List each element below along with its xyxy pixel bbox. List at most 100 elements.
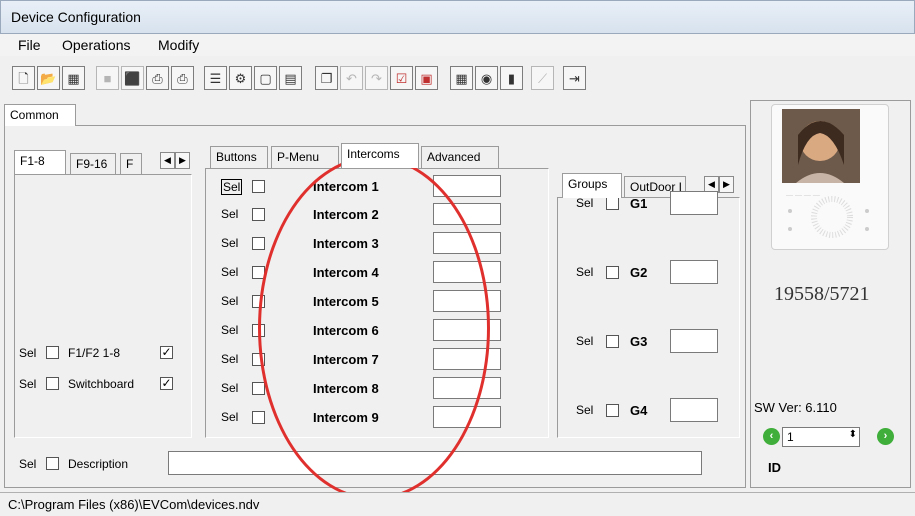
sw-version: SW Ver: 6.110 (754, 400, 837, 415)
group-g1-checkbox[interactable] (606, 197, 619, 210)
intercom-8-checkbox[interactable] (252, 382, 265, 395)
check-icon[interactable]: ☑ (390, 66, 413, 90)
new-icon[interactable]: 🗋 (12, 66, 35, 90)
intercom-7-input[interactable] (433, 348, 501, 370)
sel-label: Sel (221, 265, 239, 279)
save-icon[interactable]: ■ (96, 66, 119, 90)
sel-label: Sel (221, 294, 239, 308)
file-path: C:\Program Files (x86)\EVCom\devices.ndv (8, 497, 260, 512)
svg-text:— — — —: — — — — (786, 192, 820, 199)
toolbar: 🗋 📂 ▦ ■ ⬛ ⎙ ⎙ ☰ ⚙ ▢ ▤ ❐ ↶ ↷ ☑ ▣ ▦ ◉ ▮ ⟋ … (0, 58, 915, 98)
intercom-row: Sel Intercom 6 (221, 319, 511, 345)
tab-p-menu[interactable]: P-Menu (271, 146, 339, 168)
intercom-1-input[interactable] (433, 175, 501, 197)
window-icon[interactable]: ▢ (254, 66, 277, 90)
device-image: — — — — (771, 104, 889, 250)
intercom-name: Intercom 2 (313, 207, 379, 222)
menu-operations[interactable]: Operations (62, 37, 130, 53)
sel-label: Sel (19, 346, 37, 360)
scroll-left-icon[interactable]: ◀ (160, 152, 175, 169)
group-g4-checkbox[interactable] (606, 404, 619, 417)
redo-icon[interactable]: ↷ (365, 66, 388, 90)
group-name: G3 (630, 334, 648, 349)
description-input[interactable] (168, 451, 702, 475)
print-icon[interactable]: ⎙ (146, 66, 169, 90)
scroll-right-icon[interactable]: ▶ (175, 152, 190, 169)
print-preview-icon[interactable]: ⎙ (171, 66, 194, 90)
menu-bar: File Operations Modify (0, 34, 915, 56)
pin-icon[interactable]: ⟋ (531, 66, 554, 90)
intercom-3-checkbox[interactable] (252, 237, 265, 250)
group-row: Sel G3 (576, 329, 726, 355)
intercom-7-checkbox[interactable] (252, 353, 265, 366)
spin-icon[interactable]: ⬍ (849, 429, 857, 440)
group-g3-checkbox[interactable] (606, 335, 619, 348)
menu-file[interactable]: File (18, 37, 41, 53)
device-model: 19558/5721 (774, 283, 870, 305)
group-name: G2 (630, 265, 648, 280)
tab-f1-8[interactable]: F1-8 (14, 150, 66, 174)
intercom-4-checkbox[interactable] (252, 266, 265, 279)
description-checkbox[interactable] (46, 457, 59, 470)
left-tab-scroll[interactable]: ◀ ▶ (160, 152, 190, 169)
intercom-3-input[interactable] (433, 232, 501, 254)
network-window-icon[interactable]: ▤ (279, 66, 302, 90)
menu-modify[interactable]: Modify (158, 37, 199, 53)
intercom-9-input[interactable] (433, 406, 501, 428)
sel-label: Sel (576, 334, 594, 348)
intercom-row: Sel Intercom 9 (221, 406, 511, 432)
intercom-9-checkbox[interactable] (252, 411, 265, 424)
intercom-row: Sel Intercom 8 (221, 377, 511, 403)
intercom-name: Intercom 6 (313, 323, 379, 338)
calendar-icon[interactable]: ▣ (415, 66, 438, 90)
group-name: G4 (630, 403, 648, 418)
grid-icon[interactable]: ▦ (450, 66, 473, 90)
tab-advanced[interactable]: Advanced (421, 146, 499, 168)
intercom-row: Sel Intercom 4 (221, 261, 511, 287)
intercom-5-checkbox[interactable] (252, 295, 265, 308)
intercom-name: Intercom 1 (313, 179, 379, 194)
next-icon[interactable]: › (877, 428, 894, 445)
group-g1-input[interactable] (670, 191, 718, 215)
intercom-1-checkbox[interactable] (252, 180, 265, 193)
group-g3-input[interactable] (670, 329, 718, 353)
exit-icon[interactable]: ⇥ (563, 66, 586, 90)
stop-icon[interactable]: ⬛ (121, 66, 144, 90)
intercom-2-checkbox[interactable] (252, 208, 265, 221)
switchboard-checkbox[interactable]: ✓ (160, 377, 173, 390)
tab-common[interactable]: Common (4, 104, 76, 126)
intercom-5-input[interactable] (433, 290, 501, 312)
group-g2-checkbox[interactable] (606, 266, 619, 279)
copy-icon[interactable]: ❐ (315, 66, 338, 90)
list-icon[interactable]: ☰ (204, 66, 227, 90)
group-g4-input[interactable] (670, 398, 718, 422)
intercom-name: Intercom 5 (313, 294, 379, 309)
import-icon[interactable]: ▦ (62, 66, 85, 90)
intercom-6-input[interactable] (433, 319, 501, 341)
tab-f9-16[interactable]: F9-16 (70, 153, 116, 175)
intercom-8-input[interactable] (433, 377, 501, 399)
intercom-name: Intercom 3 (313, 236, 379, 251)
intercom-2-input[interactable] (433, 203, 501, 225)
intercom-4-input[interactable] (433, 261, 501, 283)
intercom-6-checkbox[interactable] (252, 324, 265, 337)
tab-groups[interactable]: Groups (562, 173, 622, 198)
sel-checkbox-f1f2[interactable] (46, 346, 59, 359)
group-g2-input[interactable] (670, 260, 718, 284)
network-icon[interactable]: ◉ (475, 66, 498, 90)
sel-label: Sel (576, 196, 594, 210)
f1-8-panel (14, 174, 192, 438)
undo-icon[interactable]: ↶ (340, 66, 363, 90)
intercom-row: Sel Intercom 3 (221, 232, 511, 258)
tab-f[interactable]: F (120, 153, 142, 175)
tab-buttons[interactable]: Buttons (210, 146, 268, 168)
config-icon[interactable]: ⚙ (229, 66, 252, 90)
f1f2-checkbox[interactable]: ✓ (160, 346, 173, 359)
sel-label: Sel (221, 410, 239, 424)
sel-checkbox-switchboard[interactable] (46, 377, 59, 390)
previous-icon[interactable]: ‹ (763, 428, 780, 445)
id-stepper[interactable]: 1 ⬍ (782, 427, 860, 447)
open-icon[interactable]: 📂 (37, 66, 60, 90)
device-icon[interactable]: ▮ (500, 66, 523, 90)
tab-intercoms[interactable]: Intercoms (341, 143, 419, 168)
